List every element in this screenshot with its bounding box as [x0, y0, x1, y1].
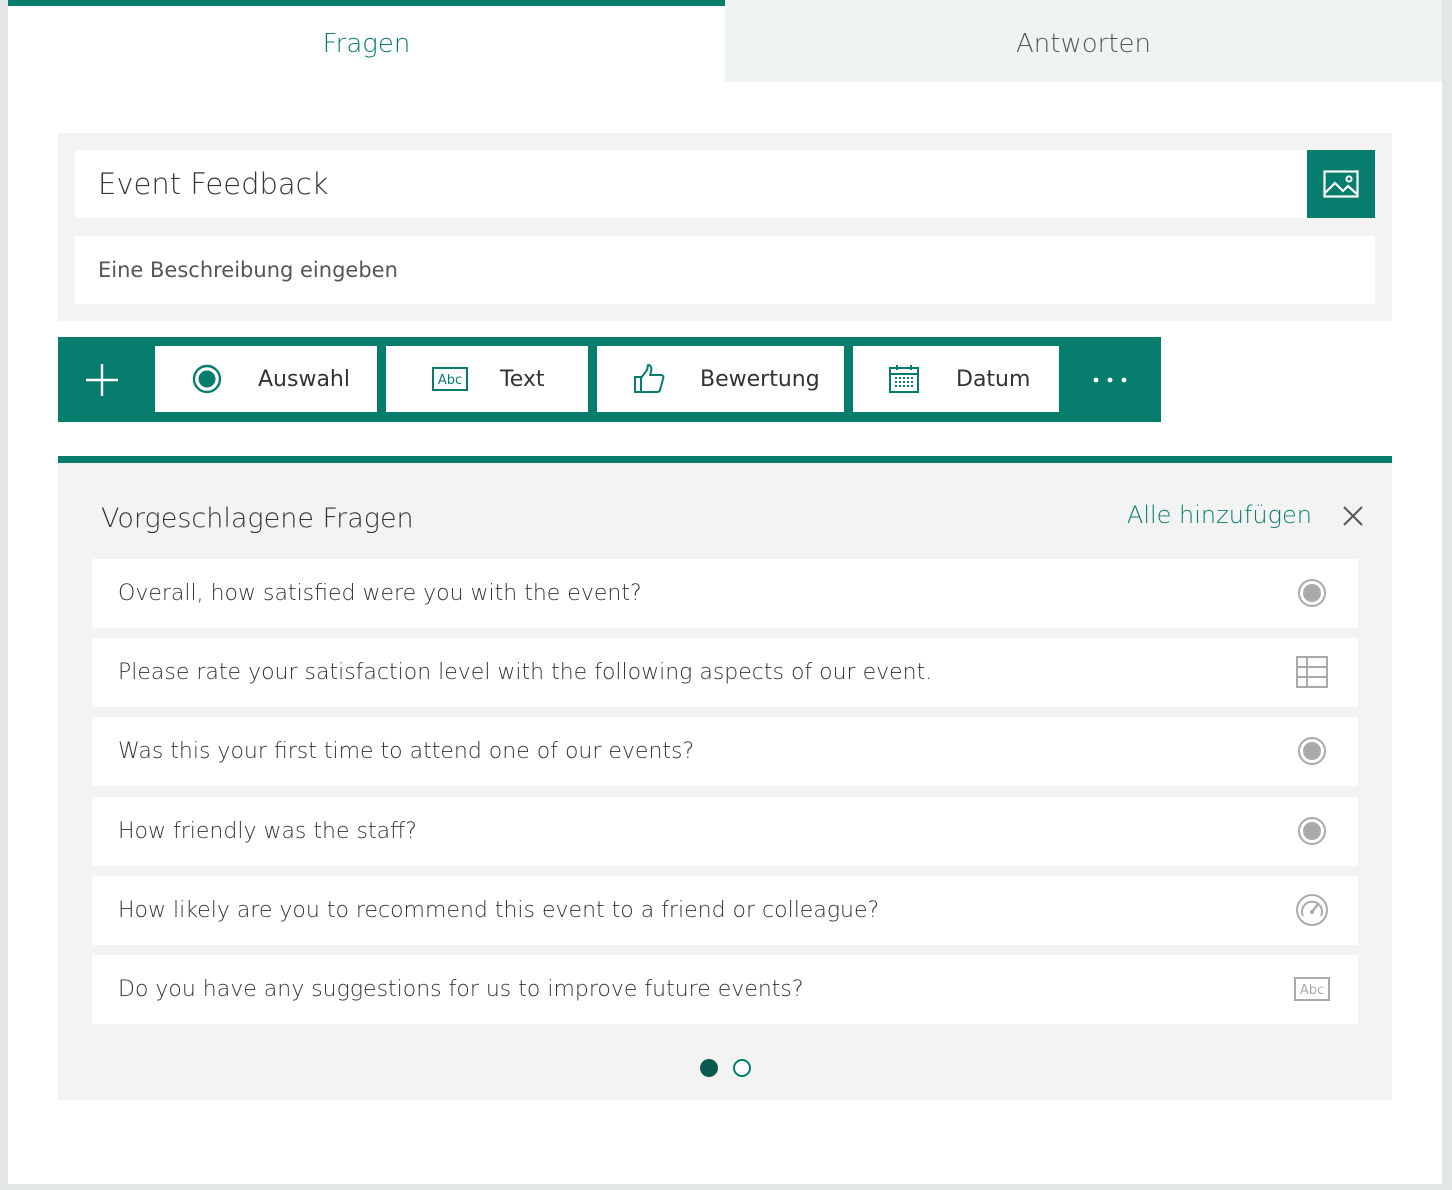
svg-text:Abc: Abc — [438, 373, 462, 388]
forms-editor-window: Fragen Antworten Event Feedback Eine Bes… — [8, 0, 1442, 1184]
suggested-question-row[interactable]: Do you have any suggestions for us to im… — [92, 955, 1358, 1024]
tab-questions-label: Fragen — [322, 29, 411, 59]
text-abc-icon: Abc — [431, 365, 469, 393]
close-icon — [1343, 506, 1363, 526]
close-suggestions-button[interactable] — [1338, 501, 1368, 531]
date-type-button[interactable]: Datum — [853, 346, 1059, 412]
tab-bar: Fragen Antworten — [8, 0, 1442, 82]
choice-type-label: Auswahl — [258, 366, 350, 392]
add-question-button[interactable] — [58, 337, 146, 422]
nps-gauge-icon — [1292, 890, 1332, 930]
tab-responses[interactable]: Antworten — [725, 0, 1442, 82]
form-header-card: Event Feedback Eine Beschreibung eingebe… — [58, 133, 1392, 321]
calendar-icon — [887, 362, 921, 396]
add-all-link[interactable]: Alle hinzufügen — [1127, 501, 1312, 529]
tab-questions[interactable]: Fragen — [8, 0, 725, 82]
suggested-question-text: How friendly was the staff? — [118, 819, 417, 844]
likert-grid-icon — [1292, 652, 1332, 692]
suggested-question-text: Overall, how satisfied were you with the… — [118, 581, 642, 606]
form-description-field[interactable]: Eine Beschreibung eingeben — [75, 236, 1375, 304]
suggested-question-row[interactable]: How friendly was the staff? — [92, 797, 1358, 866]
suggested-question-row[interactable]: Overall, how satisfied were you with the… — [92, 559, 1358, 628]
thumbs-up-icon — [632, 362, 666, 396]
pager-dot-current[interactable] — [700, 1059, 718, 1077]
suggestions-pager — [698, 1059, 758, 1079]
choice-type-button[interactable]: Auswahl — [155, 346, 377, 412]
suggested-questions-title: Vorgeschlagene Fragen — [101, 503, 414, 534]
form-title-field[interactable]: Event Feedback — [75, 150, 1307, 218]
svg-text:Abc: Abc — [1300, 983, 1324, 998]
suggested-question-row[interactable]: Was this your first time to attend one o… — [92, 717, 1358, 786]
text-type-button[interactable]: Abc Text — [386, 346, 588, 412]
add-question-toolbar: Auswahl Abc Text Bewertung Datum — [58, 337, 1161, 422]
suggested-question-text: How likely are you to recommend this eve… — [118, 898, 880, 923]
suggested-question-text: Do you have any suggestions for us to im… — [118, 977, 804, 1002]
suggested-question-row[interactable]: Please rate your satisfaction level with… — [92, 638, 1358, 707]
image-icon — [1323, 170, 1359, 198]
rating-type-label: Bewertung — [700, 366, 820, 392]
plus-icon — [86, 363, 118, 396]
text-abc-icon: Abc — [1292, 969, 1332, 1009]
text-type-label: Text — [500, 366, 545, 392]
choice-icon — [1292, 731, 1332, 771]
suggested-questions-panel: Vorgeschlagene Fragen Alle hinzufügen Ov… — [58, 456, 1392, 1100]
choice-icon — [1292, 573, 1332, 613]
suggested-question-text: Was this your first time to attend one o… — [118, 739, 695, 764]
more-ellipsis-icon — [1093, 377, 1127, 382]
tab-responses-label: Antworten — [1016, 29, 1151, 59]
suggested-question-row[interactable]: How likely are you to recommend this eve… — [92, 876, 1358, 945]
rating-type-button[interactable]: Bewertung — [597, 346, 844, 412]
pager-dot-next[interactable] — [733, 1059, 751, 1077]
date-type-label: Datum — [956, 366, 1031, 392]
insert-image-button[interactable] — [1307, 150, 1375, 218]
choice-icon — [1292, 811, 1332, 851]
more-types-button[interactable] — [1068, 337, 1152, 422]
suggested-question-text: Please rate your satisfaction level with… — [118, 660, 933, 685]
radio-choice-icon — [191, 363, 223, 395]
